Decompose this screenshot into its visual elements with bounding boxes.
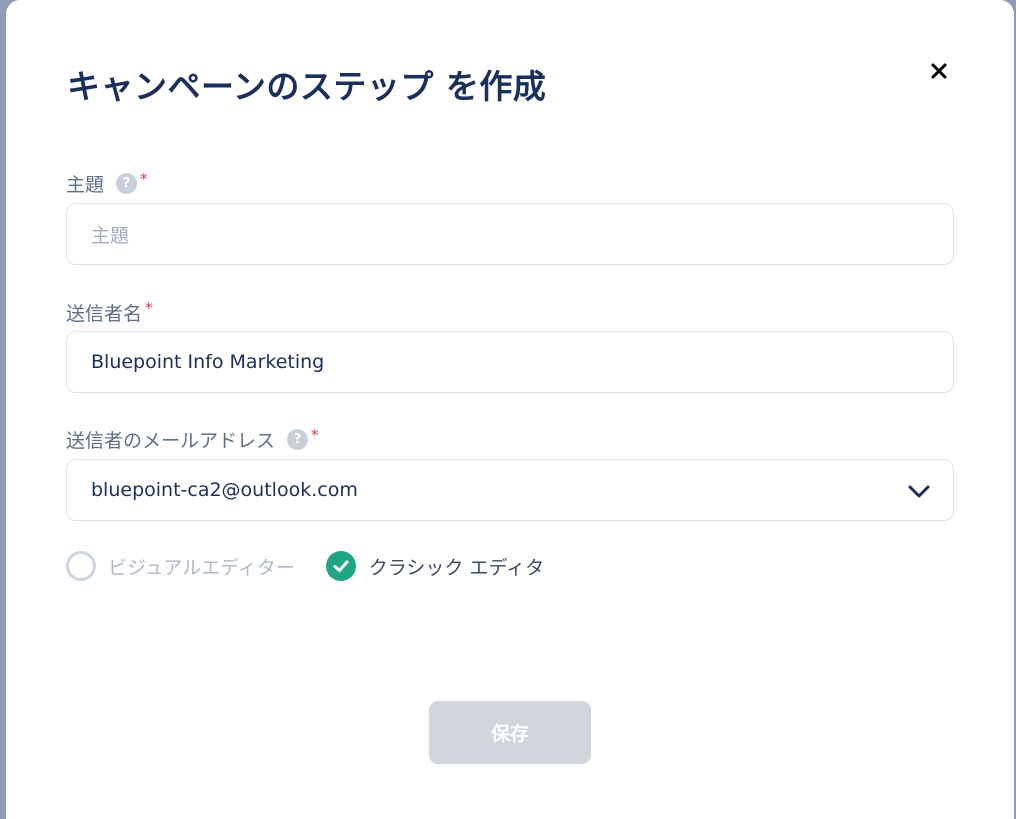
- sender-name-label-row: 送信者名 *: [66, 299, 153, 326]
- sender-name-value: Bluepoint Info Marketing: [91, 351, 325, 373]
- sender-email-select[interactable]: bluepoint-ca2@outlook.com: [66, 459, 954, 521]
- help-icon[interactable]: ?: [287, 429, 309, 450]
- check-icon: [333, 560, 349, 572]
- required-asterisk: *: [145, 298, 153, 317]
- modal-title: キャンペーンのステップ を作成: [67, 67, 547, 106]
- visual-editor-label[interactable]: ビジュアルエディター: [108, 553, 295, 580]
- subject-placeholder: 主題: [91, 224, 130, 247]
- classic-editor-label[interactable]: クラシック エディタ: [369, 553, 544, 580]
- subject-label-row: 主題 ? *: [66, 170, 148, 197]
- required-asterisk: *: [140, 169, 148, 188]
- classic-editor-radio[interactable]: [325, 551, 356, 581]
- help-icon[interactable]: ?: [116, 173, 138, 194]
- create-campaign-step-modal: キャンペーンのステップ を作成 主題 ? * 主題 送信者名 * Bluepoi…: [6, 0, 1014, 819]
- save-button[interactable]: 保存: [429, 701, 591, 764]
- sender-email-label-row: 送信者のメールアドレス ? *: [66, 426, 319, 453]
- subject-input[interactable]: 主題: [66, 203, 954, 265]
- editor-mode-group: ビジュアルエディター クラシック エディタ: [66, 551, 544, 581]
- sender-name-input[interactable]: Bluepoint Info Marketing: [66, 331, 954, 393]
- required-asterisk: *: [311, 425, 319, 444]
- subject-label: 主題: [66, 174, 105, 196]
- close-icon: [931, 63, 947, 79]
- visual-editor-radio[interactable]: [66, 551, 96, 581]
- chevron-down-icon: [908, 485, 930, 498]
- sender-email-label: 送信者のメールアドレス: [66, 430, 276, 452]
- close-button[interactable]: [926, 58, 952, 84]
- sender-name-label: 送信者名: [66, 303, 143, 325]
- sender-email-value: bluepoint-ca2@outlook.com: [91, 479, 358, 501]
